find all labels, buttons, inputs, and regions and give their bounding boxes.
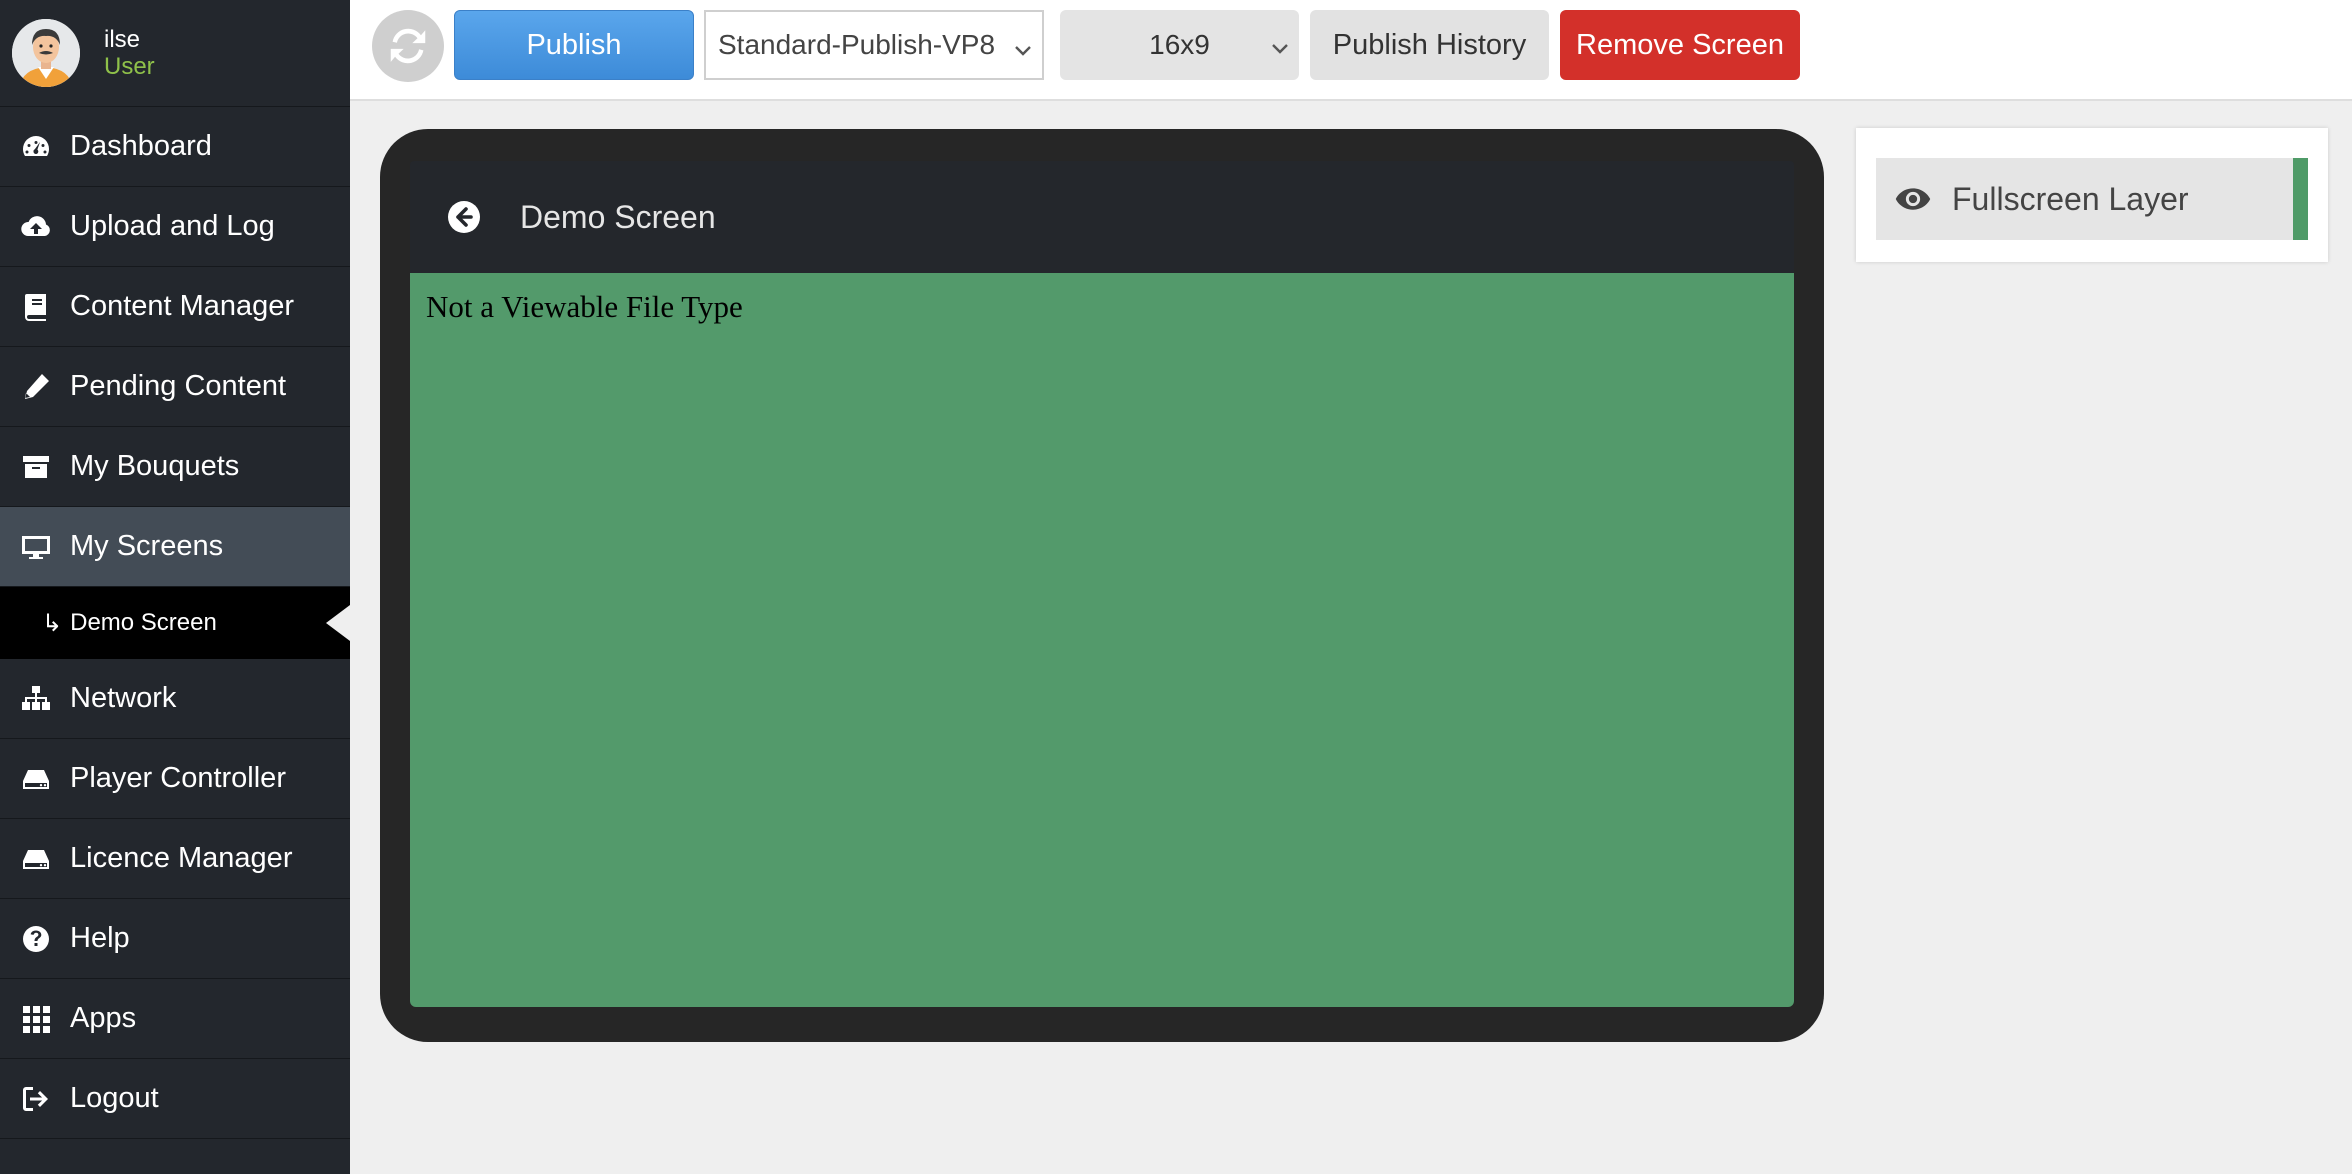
screen-header: Demo Screen bbox=[410, 161, 1794, 273]
top-toolbar: Publish Standard-Publish-VP8 16x9 Publis… bbox=[350, 0, 2352, 101]
sidebar-subitem-label: Demo Screen bbox=[70, 609, 217, 636]
sidebar-item-upload-and-log[interactable]: Upload and Log bbox=[0, 187, 350, 267]
aspect-ratio-select[interactable]: 16x9 bbox=[1060, 10, 1299, 80]
publish-history-button[interactable]: Publish History bbox=[1310, 10, 1549, 80]
layer-name: Fullscreen Layer bbox=[1952, 180, 2189, 217]
sidebar-item-label: Help bbox=[70, 922, 130, 954]
sidebar-item-label: Content Manager bbox=[70, 290, 295, 322]
sidebar: ilse User Dashboard Upload and Log Conte… bbox=[0, 0, 350, 1174]
chevron-down-icon bbox=[1014, 34, 1031, 56]
eye-icon[interactable] bbox=[1894, 180, 1932, 218]
sidebar-item-label: Logout bbox=[70, 1082, 159, 1114]
chevron-down-icon bbox=[1271, 32, 1288, 54]
publish-preset-value: Standard-Publish-VP8 bbox=[718, 29, 996, 60]
sidebar-item-label: Apps bbox=[70, 1002, 137, 1034]
sidebar-item-my-screens[interactable]: My Screens bbox=[0, 507, 350, 587]
sub-arrow-icon: ↳ bbox=[42, 609, 63, 637]
layer-color-indicator bbox=[2293, 158, 2308, 240]
dashboard-icon bbox=[18, 129, 54, 165]
sidebar-item-my-bouquets[interactable]: My Bouquets bbox=[0, 427, 350, 507]
sidebar-item-logout[interactable]: Logout bbox=[0, 1059, 350, 1139]
avatar bbox=[12, 19, 80, 87]
back-arrow-icon[interactable] bbox=[446, 199, 482, 235]
book-icon bbox=[18, 289, 54, 325]
user-role: User bbox=[104, 53, 155, 80]
pencil-icon bbox=[18, 369, 54, 405]
question-circle-icon bbox=[18, 921, 54, 957]
sidebar-item-label: Dashboard bbox=[70, 130, 212, 162]
sidebar-item-label: Licence Manager bbox=[70, 842, 293, 874]
not-viewable-message: Not a Viewable File Type bbox=[426, 289, 743, 324]
publish-button[interactable]: Publish bbox=[454, 10, 694, 80]
sidebar-item-dashboard[interactable]: Dashboard bbox=[0, 107, 350, 187]
sidebar-item-player-controller[interactable]: Player Controller bbox=[0, 739, 350, 819]
sidebar-item-label: My Screens bbox=[70, 530, 224, 562]
refresh-icon bbox=[390, 28, 426, 64]
sidebar-item-help[interactable]: Help bbox=[0, 899, 350, 979]
grid-icon bbox=[18, 1001, 54, 1037]
layer-item-fullscreen[interactable]: Fullscreen Layer bbox=[1876, 158, 2308, 240]
screen-title: Demo Screen bbox=[520, 198, 716, 235]
hard-drive-icon bbox=[18, 761, 54, 797]
aspect-ratio-value: 16x9 bbox=[1149, 29, 1210, 60]
sidebar-item-label: Pending Content bbox=[70, 370, 287, 402]
sidebar-item-licence-manager[interactable]: Licence Manager bbox=[0, 819, 350, 899]
sidebar-item-label: Player Controller bbox=[70, 762, 286, 794]
sidebar-subitem-demo-screen[interactable]: ↳ Demo Screen bbox=[0, 587, 350, 659]
refresh-button[interactable] bbox=[372, 10, 444, 82]
sidebar-item-label: Upload and Log bbox=[70, 210, 275, 242]
sidebar-item-label: Network bbox=[70, 682, 177, 714]
sidebar-item-pending-content[interactable]: Pending Content bbox=[0, 347, 350, 427]
fullscreen-layer-area[interactable]: Not a Viewable File Type bbox=[410, 273, 1794, 1007]
user-profile[interactable]: ilse User bbox=[0, 0, 350, 107]
monitor-icon bbox=[18, 529, 54, 565]
sidebar-item-label: My Bouquets bbox=[70, 450, 240, 482]
remove-screen-button[interactable]: Remove Screen bbox=[1560, 10, 1800, 80]
user-name: ilse bbox=[104, 26, 141, 53]
archive-box-icon bbox=[18, 449, 54, 485]
cloud-upload-icon bbox=[18, 209, 54, 245]
hard-drive-icon bbox=[18, 841, 54, 877]
screen-preview-frame: Demo Screen Not a Viewable File Type bbox=[380, 129, 1824, 1042]
sidebar-item-network[interactable]: Network bbox=[0, 659, 350, 739]
sidebar-item-content-manager[interactable]: Content Manager bbox=[0, 267, 350, 347]
sitemap-icon bbox=[18, 681, 54, 717]
sidebar-item-apps[interactable]: Apps bbox=[0, 979, 350, 1059]
publish-preset-select[interactable]: Standard-Publish-VP8 bbox=[704, 10, 1044, 80]
sign-out-icon bbox=[18, 1081, 54, 1117]
layers-panel: Fullscreen Layer bbox=[1856, 128, 2328, 262]
